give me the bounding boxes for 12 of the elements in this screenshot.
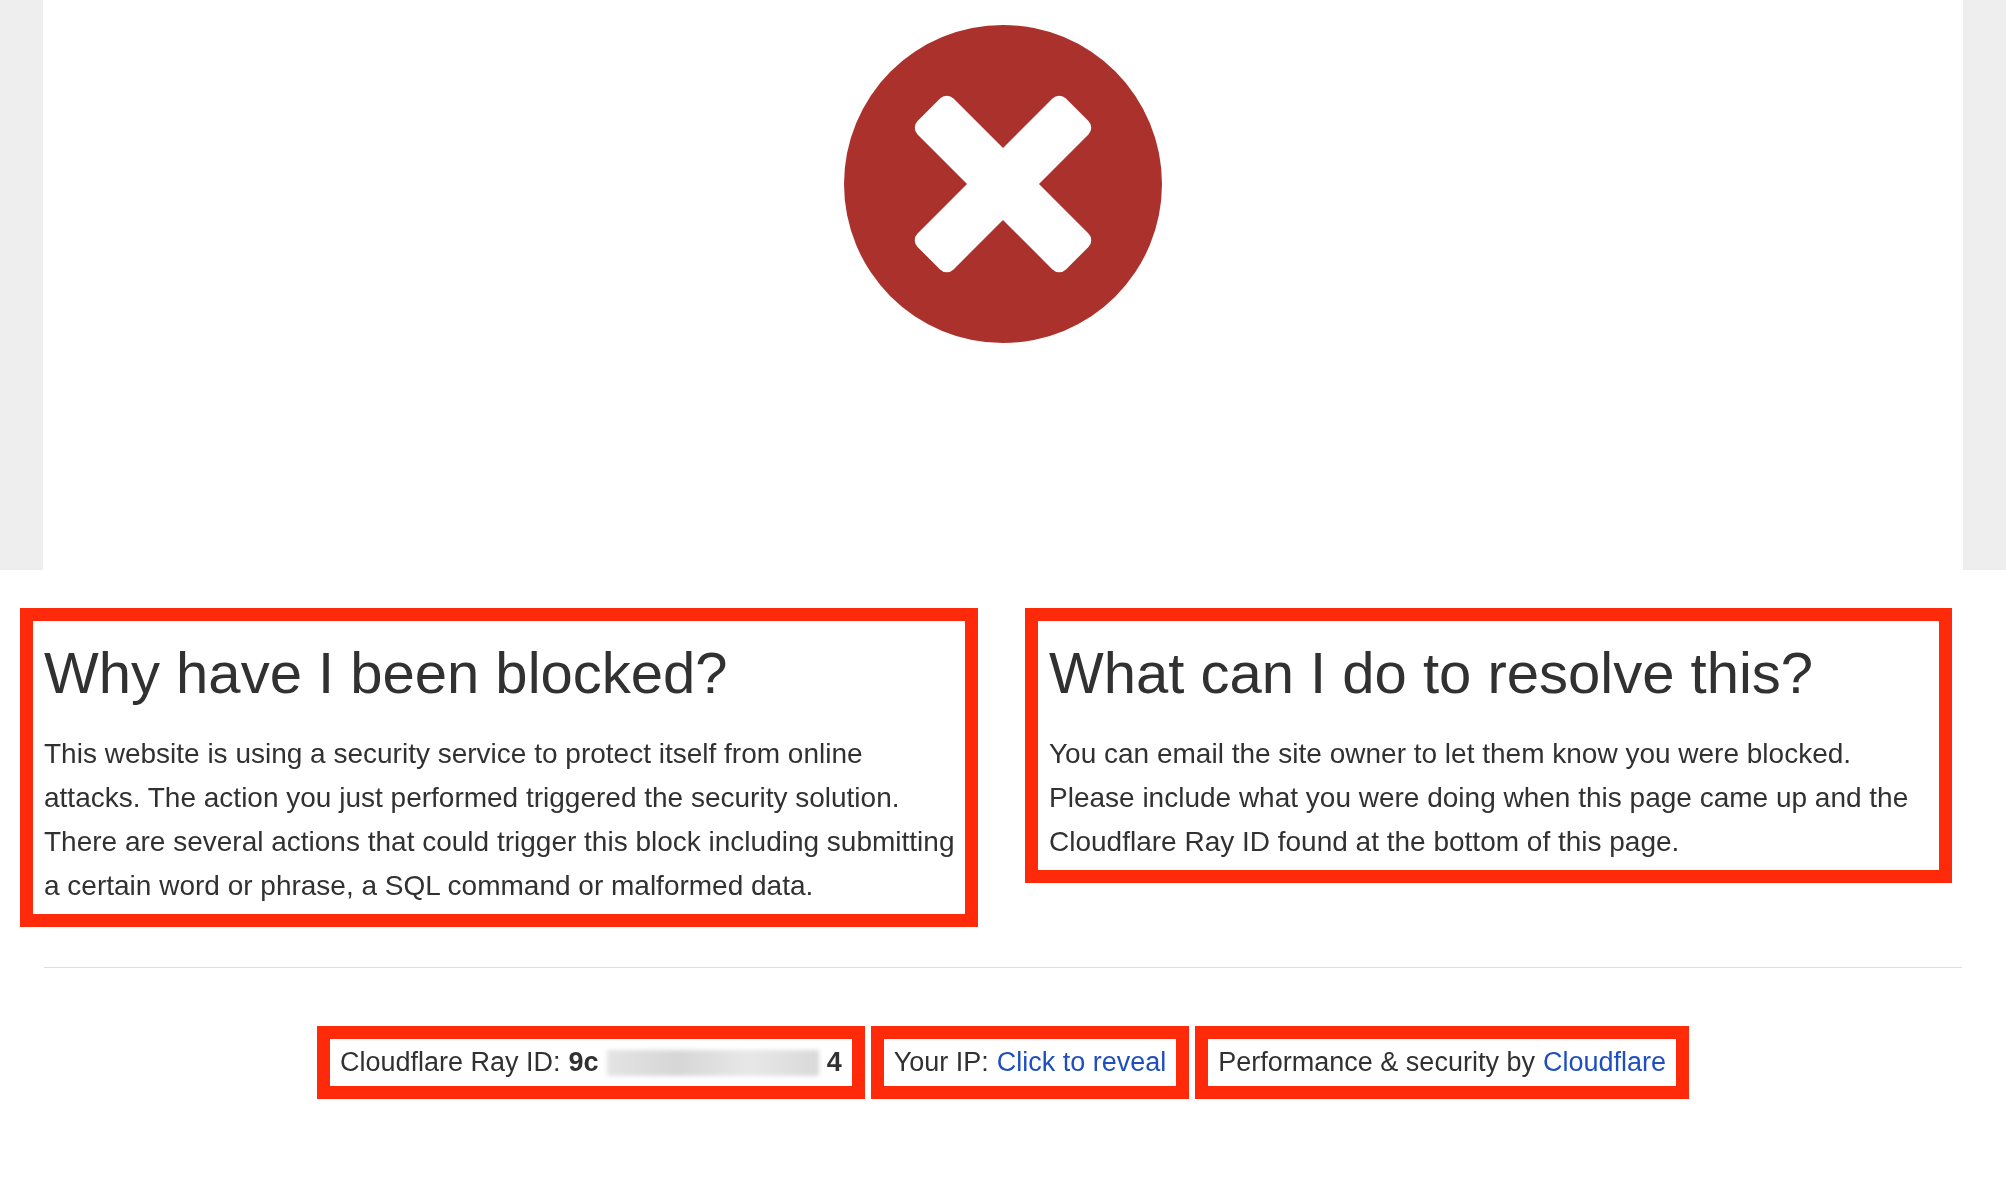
section-heading: What can I do to resolve this? bbox=[1049, 639, 1815, 706]
footer-label: Cloudflare Ray ID: bbox=[340, 1047, 561, 1078]
footer-link[interactable]: Click to reveal bbox=[996, 1047, 1167, 1078]
ray-id-start: 9c bbox=[568, 1047, 599, 1078]
ray-id-end: 4 bbox=[826, 1047, 842, 1078]
section-text: This website is using a security service to protect itself from online attacks. The action you just performed triggered the security solution. There are several actions that could trigger this block including submitting a certain word or phrase, a SQL command or malformed data. bbox=[44, 737, 956, 903]
section-text: You can email the site owner to let them know you were blocked. Please include what you were doing when this page came up and the Cloudflare Ray ID found at the bottom of this page. bbox=[1049, 737, 1910, 859]
section-heading: Why have I been blocked? bbox=[44, 639, 729, 706]
footer-link[interactable]: Cloudflare bbox=[1542, 1047, 1666, 1078]
footer-label: Performance & security by bbox=[1218, 1047, 1535, 1078]
footer-label: Your IP: bbox=[893, 1047, 989, 1078]
error-x-icon bbox=[844, 25, 1162, 343]
